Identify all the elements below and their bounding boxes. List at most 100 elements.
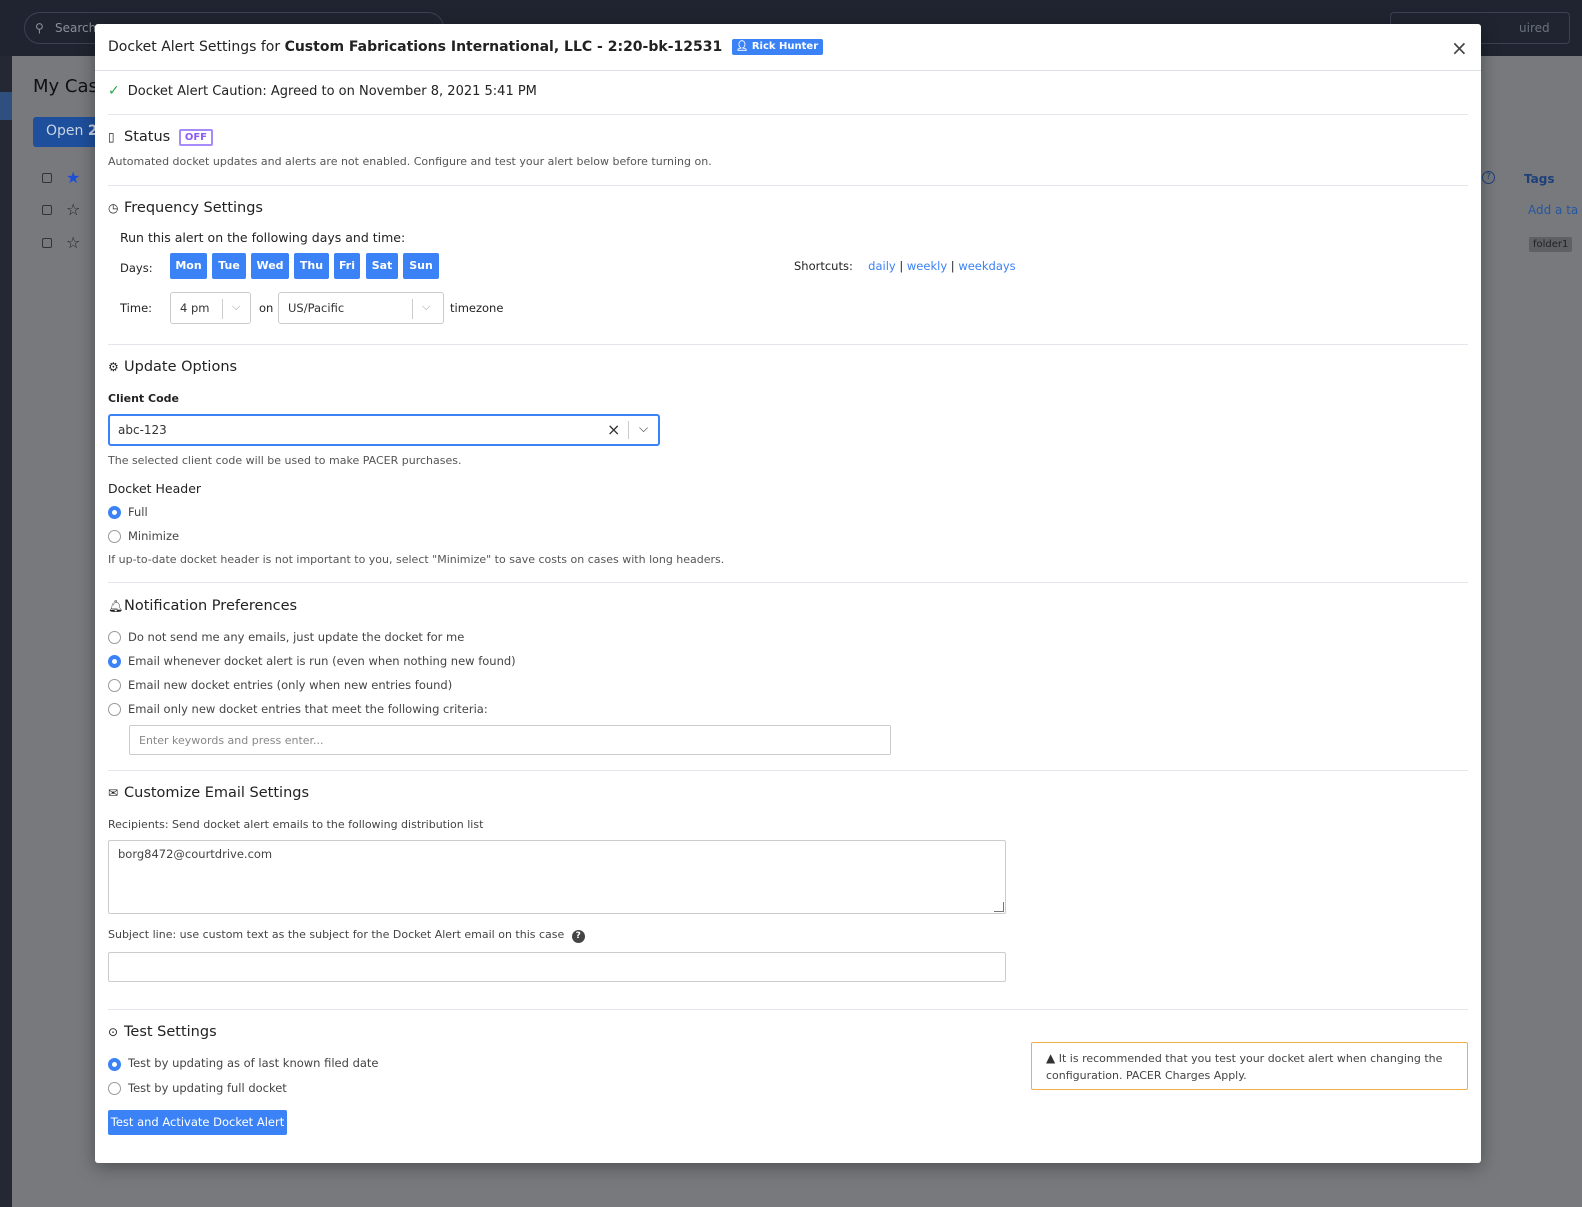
timezone-select[interactable]: US/Pacific ⌵ xyxy=(278,292,444,324)
time-label: Time: xyxy=(120,301,153,315)
row-checkbox[interactable] xyxy=(42,205,52,215)
chevron-down-icon: ⌵ xyxy=(232,300,241,313)
gear-icon: ⚙ xyxy=(108,360,119,374)
star-icon[interactable]: ☆ xyxy=(66,233,80,252)
email-section-title: ✉ Customize Email Settings xyxy=(108,785,309,801)
search-icon: ⚲ xyxy=(35,21,44,35)
status-description: Automated docket updates and alerts are … xyxy=(108,155,712,168)
divider xyxy=(108,344,1468,345)
status-title: Status xyxy=(124,129,171,145)
warning-icon: ▲ xyxy=(1046,1051,1056,1065)
test-last-known-radio[interactable] xyxy=(108,1058,121,1071)
test-section-title: ⊙ Test Settings xyxy=(108,1024,217,1040)
test-title: Test Settings xyxy=(124,1024,217,1040)
test-and-activate-button[interactable]: Test and Activate Docket Alert xyxy=(108,1110,287,1135)
help-icon[interactable]: ? xyxy=(1482,171,1495,184)
select-separator xyxy=(628,421,629,439)
update-options-title: Update Options xyxy=(124,359,238,375)
day-mon-button[interactable]: Mon xyxy=(170,253,207,279)
frequency-intro: Run this alert on the following days and… xyxy=(120,230,406,245)
caution-text: Docket Alert Caution: Agreed to on Novem… xyxy=(127,84,537,99)
filter-placeholder: uired xyxy=(1519,21,1550,35)
close-button[interactable]: × xyxy=(1451,38,1468,58)
notify-always-label[interactable]: Email whenever docket alert is run (even… xyxy=(128,654,516,668)
envelope-icon: ✉ xyxy=(108,786,119,800)
update-options-section-title: ⚙ Update Options xyxy=(108,359,237,375)
subject-label: Subject line: use custom text as the sub… xyxy=(108,928,565,941)
notify-always-radio[interactable] xyxy=(108,655,121,668)
header-minimize-radio[interactable] xyxy=(108,530,121,543)
test-last-known-label[interactable]: Test by updating as of last known filed … xyxy=(128,1056,379,1070)
shortcut-separator: | xyxy=(899,259,904,273)
header-help: If up-to-date docket header is not impor… xyxy=(108,553,725,566)
notify-none-label[interactable]: Do not send me any emails, just update t… xyxy=(128,630,464,644)
timezone-value: US/Pacific xyxy=(288,301,345,315)
on-label: on xyxy=(259,301,274,315)
add-tag-link[interactable]: Add a ta xyxy=(1528,203,1578,217)
day-thu-button[interactable]: Thu xyxy=(294,253,329,279)
divider xyxy=(108,114,1468,115)
test-full-docket-label[interactable]: Test by updating full docket xyxy=(128,1081,287,1095)
day-wed-button[interactable]: Wed xyxy=(251,253,289,279)
client-code-label: Client Code xyxy=(108,392,179,405)
day-sun-button[interactable]: Sun xyxy=(403,253,439,279)
header-full-label[interactable]: Full xyxy=(128,505,148,519)
folder-tag[interactable]: folder1 xyxy=(1529,237,1573,252)
case-name: Custom Fabrications International, LLC -… xyxy=(284,39,723,55)
star-header-icon: ★ xyxy=(66,168,81,187)
time-select[interactable]: 4 pm ⌵ xyxy=(170,292,251,324)
clock-icon: ◷ xyxy=(108,201,119,215)
open-cases-tab[interactable]: Open 2 xyxy=(33,117,103,147)
star-icon[interactable]: ☆ xyxy=(66,200,80,219)
day-sat-button[interactable]: Sat xyxy=(366,253,398,279)
select-separator xyxy=(222,299,223,319)
subject-input[interactable] xyxy=(108,952,1006,982)
user-badge-label: Rick Hunter xyxy=(751,41,819,52)
shortcut-weekly-link[interactable]: weekly xyxy=(907,259,947,273)
user-icon: 👤︎ xyxy=(735,41,749,52)
divider xyxy=(108,770,1468,771)
day-fri-button[interactable]: Fri xyxy=(334,253,360,279)
shortcut-weekdays-link[interactable]: weekdays xyxy=(958,259,1015,273)
row-checkbox[interactable] xyxy=(42,238,52,248)
shortcut-daily-link[interactable]: daily xyxy=(868,259,896,273)
help-icon[interactable]: ? xyxy=(571,930,585,943)
notify-criteria-radio[interactable] xyxy=(108,703,121,716)
status-badge: OFF xyxy=(178,129,213,146)
modal-title: Docket Alert Settings for Custom Fabrica… xyxy=(108,39,824,55)
play-circle-icon: ⊙ xyxy=(108,1025,119,1039)
tags-column-header: Tags xyxy=(1524,172,1555,186)
recipients-label: Recipients: Send docket alert emails to … xyxy=(108,818,484,831)
header-full-radio[interactable] xyxy=(108,506,121,519)
notify-criteria-label[interactable]: Email only new docket entries that meet … xyxy=(128,702,488,716)
client-code-help: The selected client code will be used to… xyxy=(108,454,462,467)
notify-none-radio[interactable] xyxy=(108,631,121,644)
resize-handle[interactable] xyxy=(994,902,1004,912)
battery-icon: ▯ xyxy=(108,130,115,144)
subject-label-row: Subject line: use custom text as the sub… xyxy=(108,928,585,943)
recipients-value: borg8472@courtdrive.com xyxy=(118,847,273,861)
test-full-docket-radio[interactable] xyxy=(108,1082,121,1095)
client-code-select[interactable]: abc-123 × ⌵ xyxy=(108,414,660,446)
docket-alert-settings-modal: Docket Alert Settings for Custom Fabrica… xyxy=(95,24,1481,1163)
notify-new-entries-radio[interactable] xyxy=(108,679,121,692)
clear-icon[interactable]: × xyxy=(607,420,620,439)
select-separator xyxy=(412,299,413,319)
day-tue-button[interactable]: Tue xyxy=(212,253,246,279)
keywords-input[interactable]: Enter keywords and press enter... xyxy=(129,725,891,755)
divider xyxy=(108,1009,1468,1010)
notify-new-entries-label[interactable]: Email new docket entries (only when new … xyxy=(128,678,452,692)
header-minimize-label[interactable]: Minimize xyxy=(128,529,179,543)
bell-icon: 🔔︎ xyxy=(108,599,124,613)
chevron-down-icon[interactable]: ⌵ xyxy=(639,421,648,436)
days-label: Days: xyxy=(120,261,153,275)
user-badge: 👤︎ Rick Hunter xyxy=(731,39,824,55)
recipients-textarea[interactable]: borg8472@courtdrive.com xyxy=(108,840,1006,914)
sidebar-active-item[interactable] xyxy=(0,92,12,120)
warning-text: It is recommended that you test your doc… xyxy=(1046,1052,1443,1082)
timezone-label: timezone xyxy=(450,301,504,315)
search-placeholder: Search xyxy=(55,21,97,35)
select-all-checkbox[interactable] xyxy=(42,173,52,183)
time-value: 4 pm xyxy=(180,301,210,315)
chevron-down-icon: ⌵ xyxy=(422,300,431,313)
